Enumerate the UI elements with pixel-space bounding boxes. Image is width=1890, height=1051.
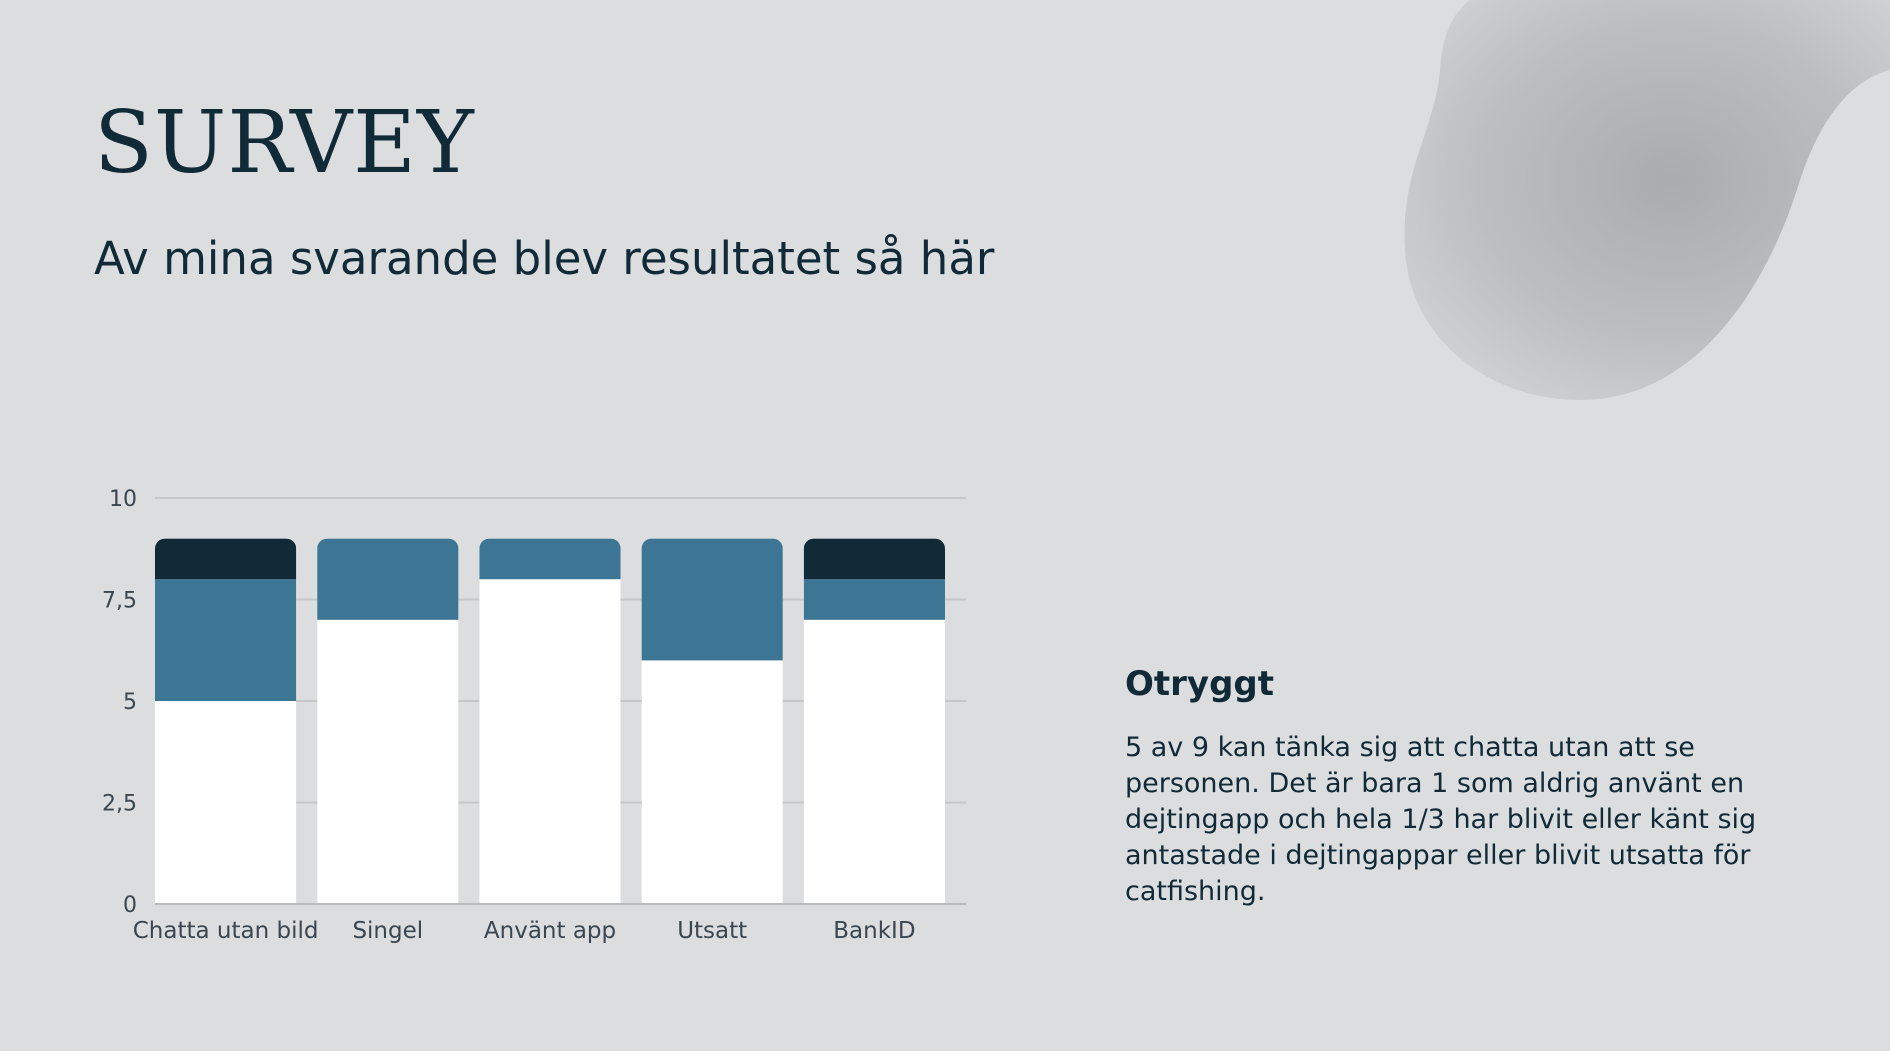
bar-segment xyxy=(803,538,945,580)
slide-title: SURVEY xyxy=(94,93,475,193)
slide-subtitle: Av mina svarande blev resultatet så här xyxy=(94,232,995,285)
bar-segment xyxy=(641,538,783,661)
bar-segment xyxy=(155,579,297,701)
bar-segment xyxy=(479,579,621,904)
x-axis: Chatta utan bild Singel Använt app Utsatt Ba… xyxy=(133,903,966,944)
y-tick-label: 2,5 xyxy=(102,792,137,817)
x-tick-label: Utsatt xyxy=(677,918,747,944)
bar-stack xyxy=(155,538,297,904)
x-tick-label: BankID xyxy=(833,918,915,944)
bar-stack xyxy=(803,538,945,904)
bar-stack xyxy=(641,538,783,904)
side-body-text: 5 av 9 kan tänka sig att chatta utan att… xyxy=(1125,732,1757,907)
y-tick-label: 10 xyxy=(109,487,137,512)
y-tick-label: 5 xyxy=(123,690,137,715)
x-tick-label: Singel xyxy=(352,918,423,944)
y-tick-label: 7,5 xyxy=(102,589,137,614)
y-axis: 0 2,5 5 7,5 10 xyxy=(102,487,137,918)
bar-segment xyxy=(641,660,783,904)
bar-segment xyxy=(155,538,297,580)
side-heading: Otryggt xyxy=(1125,664,1275,704)
bar-segment xyxy=(155,701,297,904)
bar-segment xyxy=(803,579,945,620)
bar-segment xyxy=(317,538,459,620)
bar-stack xyxy=(479,538,621,904)
bar-segment xyxy=(317,619,459,904)
y-tick-label: 0 xyxy=(123,893,137,918)
x-tick-label: Använt app xyxy=(484,918,616,944)
stacked-bar-chart: 0 2,5 5 7,5 10 Chatta utan bild Singel Använt … xyxy=(102,487,966,944)
decorative-blob xyxy=(1404,0,1890,400)
bar-segment xyxy=(479,538,621,580)
bar-stack xyxy=(317,538,459,904)
bar-segment xyxy=(803,619,945,904)
bars xyxy=(155,538,945,905)
x-tick-label: Chatta utan bild xyxy=(133,918,319,944)
